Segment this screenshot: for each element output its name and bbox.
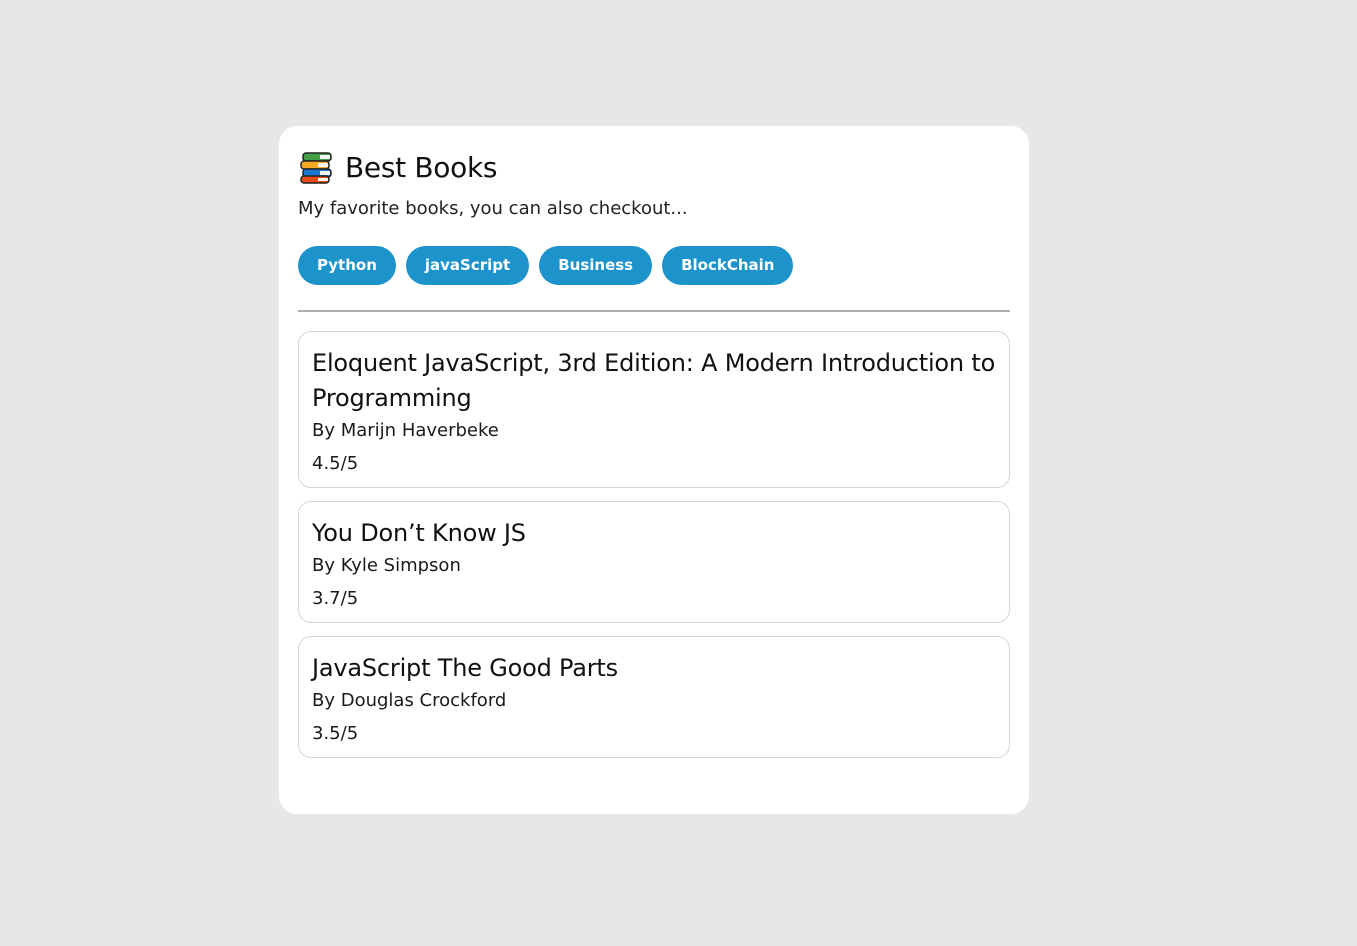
category-tags: Python javaScript Business BlockChain	[298, 246, 1010, 285]
header: Best Books	[298, 150, 1010, 186]
books-icon	[300, 152, 334, 184]
book-title: You Don’t Know JS	[312, 519, 526, 547]
book-list: Eloquent JavaScript, 3rd Edition: A Mode…	[298, 331, 1010, 758]
tag-python[interactable]: Python	[298, 246, 396, 285]
tag-blockchain[interactable]: BlockChain	[662, 246, 794, 285]
divider	[298, 310, 1010, 312]
page-subtitle: My favorite books, you can also checkout…	[298, 198, 688, 219]
book-item[interactable]: Eloquent JavaScript, 3rd Edition: A Mode…	[298, 331, 1010, 488]
book-rating: 4.5/5	[312, 453, 359, 474]
book-author: By Marijn Haverbeke	[312, 420, 499, 441]
tag-javascript[interactable]: javaScript	[405, 246, 530, 285]
book-author: By Douglas Crockford	[312, 690, 507, 711]
books-card: Best Books My favorite books, you can al…	[279, 126, 1029, 814]
book-item[interactable]: JavaScript The Good Parts By Douglas Cro…	[298, 636, 1010, 758]
book-author: By Kyle Simpson	[312, 555, 461, 576]
book-rating: 3.5/5	[312, 723, 359, 744]
book-title: JavaScript The Good Parts	[312, 654, 618, 682]
page-title: Best Books	[345, 151, 498, 184]
tag-business[interactable]: Business	[539, 246, 653, 285]
book-item[interactable]: You Don’t Know JS By Kyle Simpson 3.7/5	[298, 501, 1010, 623]
book-title: Eloquent JavaScript, 3rd Edition: A Mode…	[312, 349, 996, 412]
book-rating: 3.7/5	[312, 588, 359, 609]
